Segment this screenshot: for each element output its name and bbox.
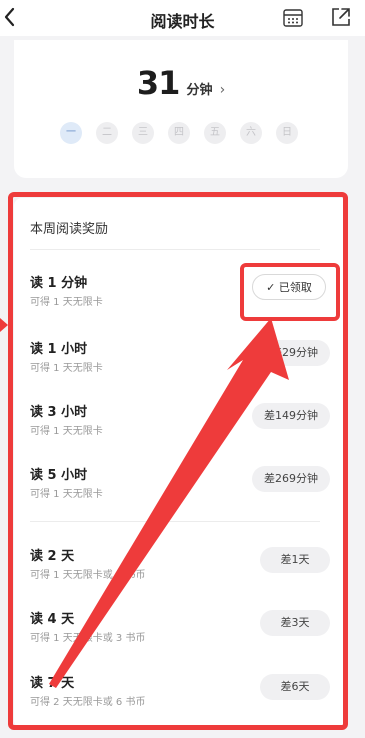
- reward-subtitle: 可得 1 天无限卡或 1 书币: [30, 570, 146, 581]
- top-bar: 阅读时长: [0, 0, 365, 36]
- reading-minutes-unit: 分钟: [186, 83, 213, 98]
- remaining-button[interactable]: 差1天: [260, 547, 330, 573]
- claimed-button[interactable]: ✓ 已领取: [252, 274, 326, 300]
- reward-subtitle: 可得 1 天无限卡: [30, 426, 103, 437]
- day-dot[interactable]: 日: [276, 122, 298, 144]
- annotation-arrow-tip: [0, 318, 8, 332]
- reward-title: 读 3 小时: [30, 405, 88, 420]
- check-icon: ✓: [266, 281, 279, 294]
- reward-row: 读 1 小时 可得 1 天无限卡 差29分钟: [30, 338, 334, 378]
- day-dot[interactable]: 四: [168, 122, 190, 144]
- reward-subtitle: 可得 1 天无限卡或 3 书币: [30, 633, 146, 644]
- day-dot[interactable]: 三: [132, 122, 154, 144]
- reward-title: 读 5 小时: [30, 468, 88, 483]
- reading-stats-card: 31 分钟 › 一 二 三 四 五 六 日: [14, 40, 348, 178]
- reward-title: 读 4 天: [30, 612, 75, 627]
- reward-subtitle: 可得 1 天无限卡: [30, 297, 103, 308]
- remaining-button[interactable]: 差269分钟: [252, 466, 330, 492]
- reward-row: 读 4 天 可得 1 天无限卡或 3 书币 差3天: [30, 608, 334, 648]
- weekday-row: 一 二 三 四 五 六 日: [60, 122, 320, 144]
- reward-subtitle: 可得 1 天无限卡: [30, 489, 103, 500]
- reward-title: 读 1 小时: [30, 342, 88, 357]
- reward-title: 读 1 分钟: [30, 276, 88, 291]
- rewards-title: 本周阅读奖励: [30, 222, 109, 237]
- day-dot[interactable]: 五: [204, 122, 226, 144]
- reward-subtitle: 可得 2 天无限卡或 6 书币: [30, 697, 146, 708]
- day-dot[interactable]: 一: [60, 122, 82, 144]
- reward-row: 读 3 小时 可得 1 天无限卡 差149分钟: [30, 401, 334, 441]
- share-out-icon: [332, 8, 350, 26]
- reading-total[interactable]: 31 分钟 ›: [14, 64, 348, 102]
- share-button[interactable]: [330, 6, 352, 28]
- remaining-button[interactable]: 差6天: [260, 674, 330, 700]
- remaining-button[interactable]: 差149分钟: [252, 403, 330, 429]
- calendar-icon: [283, 9, 303, 27]
- remaining-button[interactable]: 差3天: [260, 610, 330, 636]
- reward-subtitle: 可得 1 天无限卡: [30, 363, 103, 374]
- remaining-button[interactable]: 差29分钟: [259, 340, 330, 366]
- day-dot[interactable]: 二: [96, 122, 118, 144]
- divider: [30, 249, 320, 250]
- reward-row: 读 1 分钟 可得 1 天无限卡 ✓ 已领取: [30, 272, 334, 312]
- claimed-label: 已领取: [278, 281, 312, 294]
- day-dot[interactable]: 六: [240, 122, 262, 144]
- page-title: 阅读时长: [150, 12, 215, 31]
- reward-title: 读 7 天: [30, 676, 75, 691]
- reward-row: 读 2 天 可得 1 天无限卡或 1 书币 差1天: [30, 545, 334, 585]
- reading-minutes-value: 31: [136, 64, 181, 102]
- reward-row: 读 5 小时 可得 1 天无限卡 差269分钟: [30, 464, 334, 504]
- calendar-button[interactable]: [282, 8, 304, 28]
- reward-row: 读 7 天 可得 2 天无限卡或 6 书币 差6天: [30, 672, 334, 712]
- divider: [30, 521, 320, 522]
- chevron-right-icon: ›: [219, 82, 226, 98]
- reward-title: 读 2 天: [30, 549, 75, 564]
